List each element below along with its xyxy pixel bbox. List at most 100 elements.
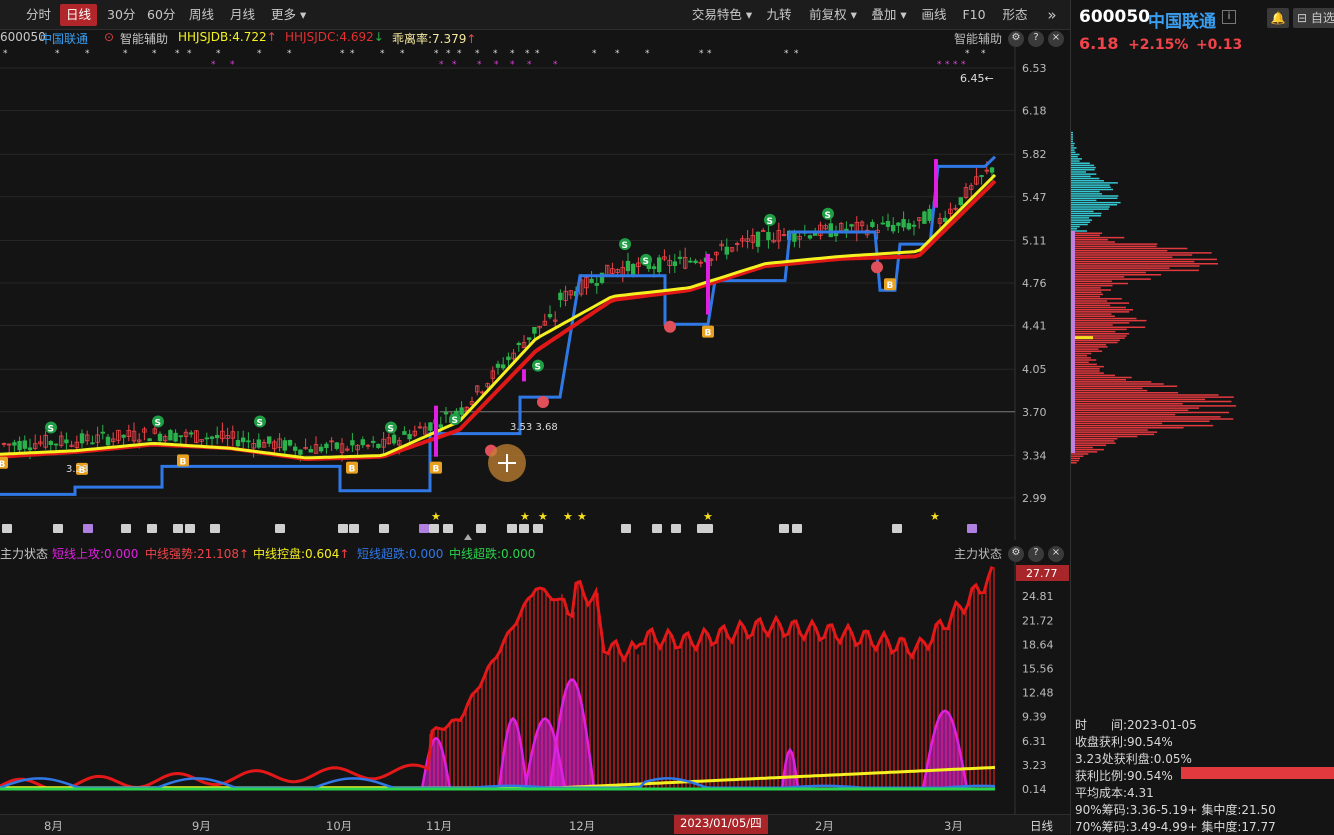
trade-feature-dropdown[interactable]: 交易特色 ▾ [688,4,756,26]
f10-button[interactable]: F10 [960,4,988,26]
price-tick-label: 5.11 [1022,234,1047,247]
tag-box-icon [379,524,389,533]
tag-box-icon [703,524,713,533]
stock-name: 中国联通 [40,32,89,46]
candle-body [506,356,511,361]
bell-icon[interactable]: 🔔 [1267,8,1289,28]
main-panel-controls: ⚙? × [1004,30,1064,47]
star-icon: * [187,49,192,59]
tab-30min[interactable]: 30分 [101,4,141,26]
star-icon: * [230,60,235,70]
chevron-down-icon: ▾ [850,7,857,22]
star-icon: * [527,60,532,70]
candle-body [17,440,22,451]
star-icon: * [340,49,345,59]
candle-body [693,260,698,264]
collapse-arrows-icon[interactable]: » [1040,4,1064,26]
price-chart[interactable]: 6.53 6.18 5.82 5.47 5.11 4.76 4.41 4.05 3.70 3.34… [0,46,1070,540]
candle-body [407,433,412,440]
help-icon[interactable]: ? [1028,546,1044,562]
month-label: 9月 [192,819,211,833]
sidebar-code: 600050 [1079,7,1150,27]
candle-body [64,439,69,444]
draw-line-button[interactable]: 画线 [918,4,950,26]
add-favorite-button[interactable]: ⊟ 自选 [1293,8,1334,28]
tab-monthly[interactable]: 月线 [224,4,261,26]
candle-body [256,439,261,448]
nine-turn-button[interactable]: 九转 [762,4,796,26]
tab-fenshi[interactable]: 分时 [20,4,57,26]
star-icon: * [615,49,620,59]
legend-hhjsjdc: HHJSJDC:4.692↓ [285,30,384,44]
legend-hhjsjdb: HHJSJDB:4.722↑ [178,30,277,44]
sell-marker-label: S [622,241,628,251]
quote-sidebar: 600050 中国联通 i 🔔 ⊟ 自选 6.18 +2.15% +0.13 时… [1070,0,1334,834]
legend-bias-value: 乖离率:7.379 [392,32,467,46]
candle-body [989,167,995,173]
candle-body [911,224,917,227]
close-icon[interactable]: × [1048,31,1064,47]
pattern-button[interactable]: 形态 [998,4,1032,26]
price-tick-label: 3.34 [1022,449,1047,462]
close-icon[interactable]: × [1048,546,1064,562]
tag-box-icon [121,524,131,533]
candle-body [589,278,594,284]
candle-body [287,440,293,446]
mid-strong-line [0,566,994,791]
time-cursor-label: 2023/01/05/四 [674,815,768,834]
tag-box-icon [275,524,285,533]
chevron-down-icon: ▾ [300,7,307,22]
tag-box-icon [443,524,453,533]
arrow-up-icon: ↑ [339,547,350,561]
star-icon: * [452,60,457,70]
month-label: 10月 [326,819,353,833]
star-icon: * [439,60,444,70]
candle-body [105,436,111,446]
candle-body [334,442,339,449]
period-toolbar: 分时 日线 30分 60分 周线 月线 更多 ▾ 交易特色 ▾ 九转 前复权 ▾… [0,0,1070,30]
gear-icon[interactable]: ⚙ [1008,546,1024,562]
b-point-icon [871,261,883,274]
info-icon[interactable]: i [1222,10,1236,24]
help-icon[interactable]: ? [1028,31,1044,47]
more-label: 更多 [271,7,297,22]
yellow-star-icon: ★ [930,510,940,523]
candle-body [979,175,984,177]
assist-toggle-icon[interactable]: ⊙ [104,30,114,44]
sell-marker-label: S [155,418,161,428]
price-tick-label: 3.70 [1022,406,1047,419]
candle-body [849,224,854,227]
signal-spike [434,405,438,457]
candle-body [443,412,449,415]
period-label[interactable]: 日线 [1030,818,1053,834]
gear-icon[interactable]: ⚙ [1008,31,1024,47]
tag-box-icon [173,524,183,533]
star-icon: * [937,60,942,70]
yellow-star-icon: ★ [538,510,548,523]
sell-marker-label: S [535,363,541,373]
candle-body [657,257,662,273]
tag-box-icon [419,524,429,533]
star-icon: * [211,60,216,70]
candle-body [438,424,443,428]
tab-daily[interactable]: 日线 [60,4,98,26]
buy-marker-label: B [0,460,6,470]
adjust-dropdown[interactable]: 前复权 ▾ [804,4,862,26]
tab-more[interactable]: 更多 ▾ [265,4,312,26]
yellow-star-icon: ★ [577,510,587,523]
star-icon: * [981,49,986,59]
month-label: 12月 [569,819,596,833]
sell-marker-label: S [643,257,649,267]
candle-body [90,442,95,445]
assist-label: 智能辅助 [120,32,169,46]
indicator-chart[interactable]: 27.77 24.81 21.72 18.64 15.56 12.48 9.39 6.31 3.… [0,561,1070,814]
tab-weekly[interactable]: 周线 [183,4,220,26]
candle-body [318,446,324,452]
candle-body [376,443,381,448]
favorite-label: 自选 [1310,11,1334,25]
candle-body [688,260,693,263]
star-icon: * [592,49,597,59]
candle-body [147,438,152,442]
overlay-dropdown[interactable]: 叠加 ▾ [866,4,912,26]
tab-60min[interactable]: 60分 [141,4,181,26]
